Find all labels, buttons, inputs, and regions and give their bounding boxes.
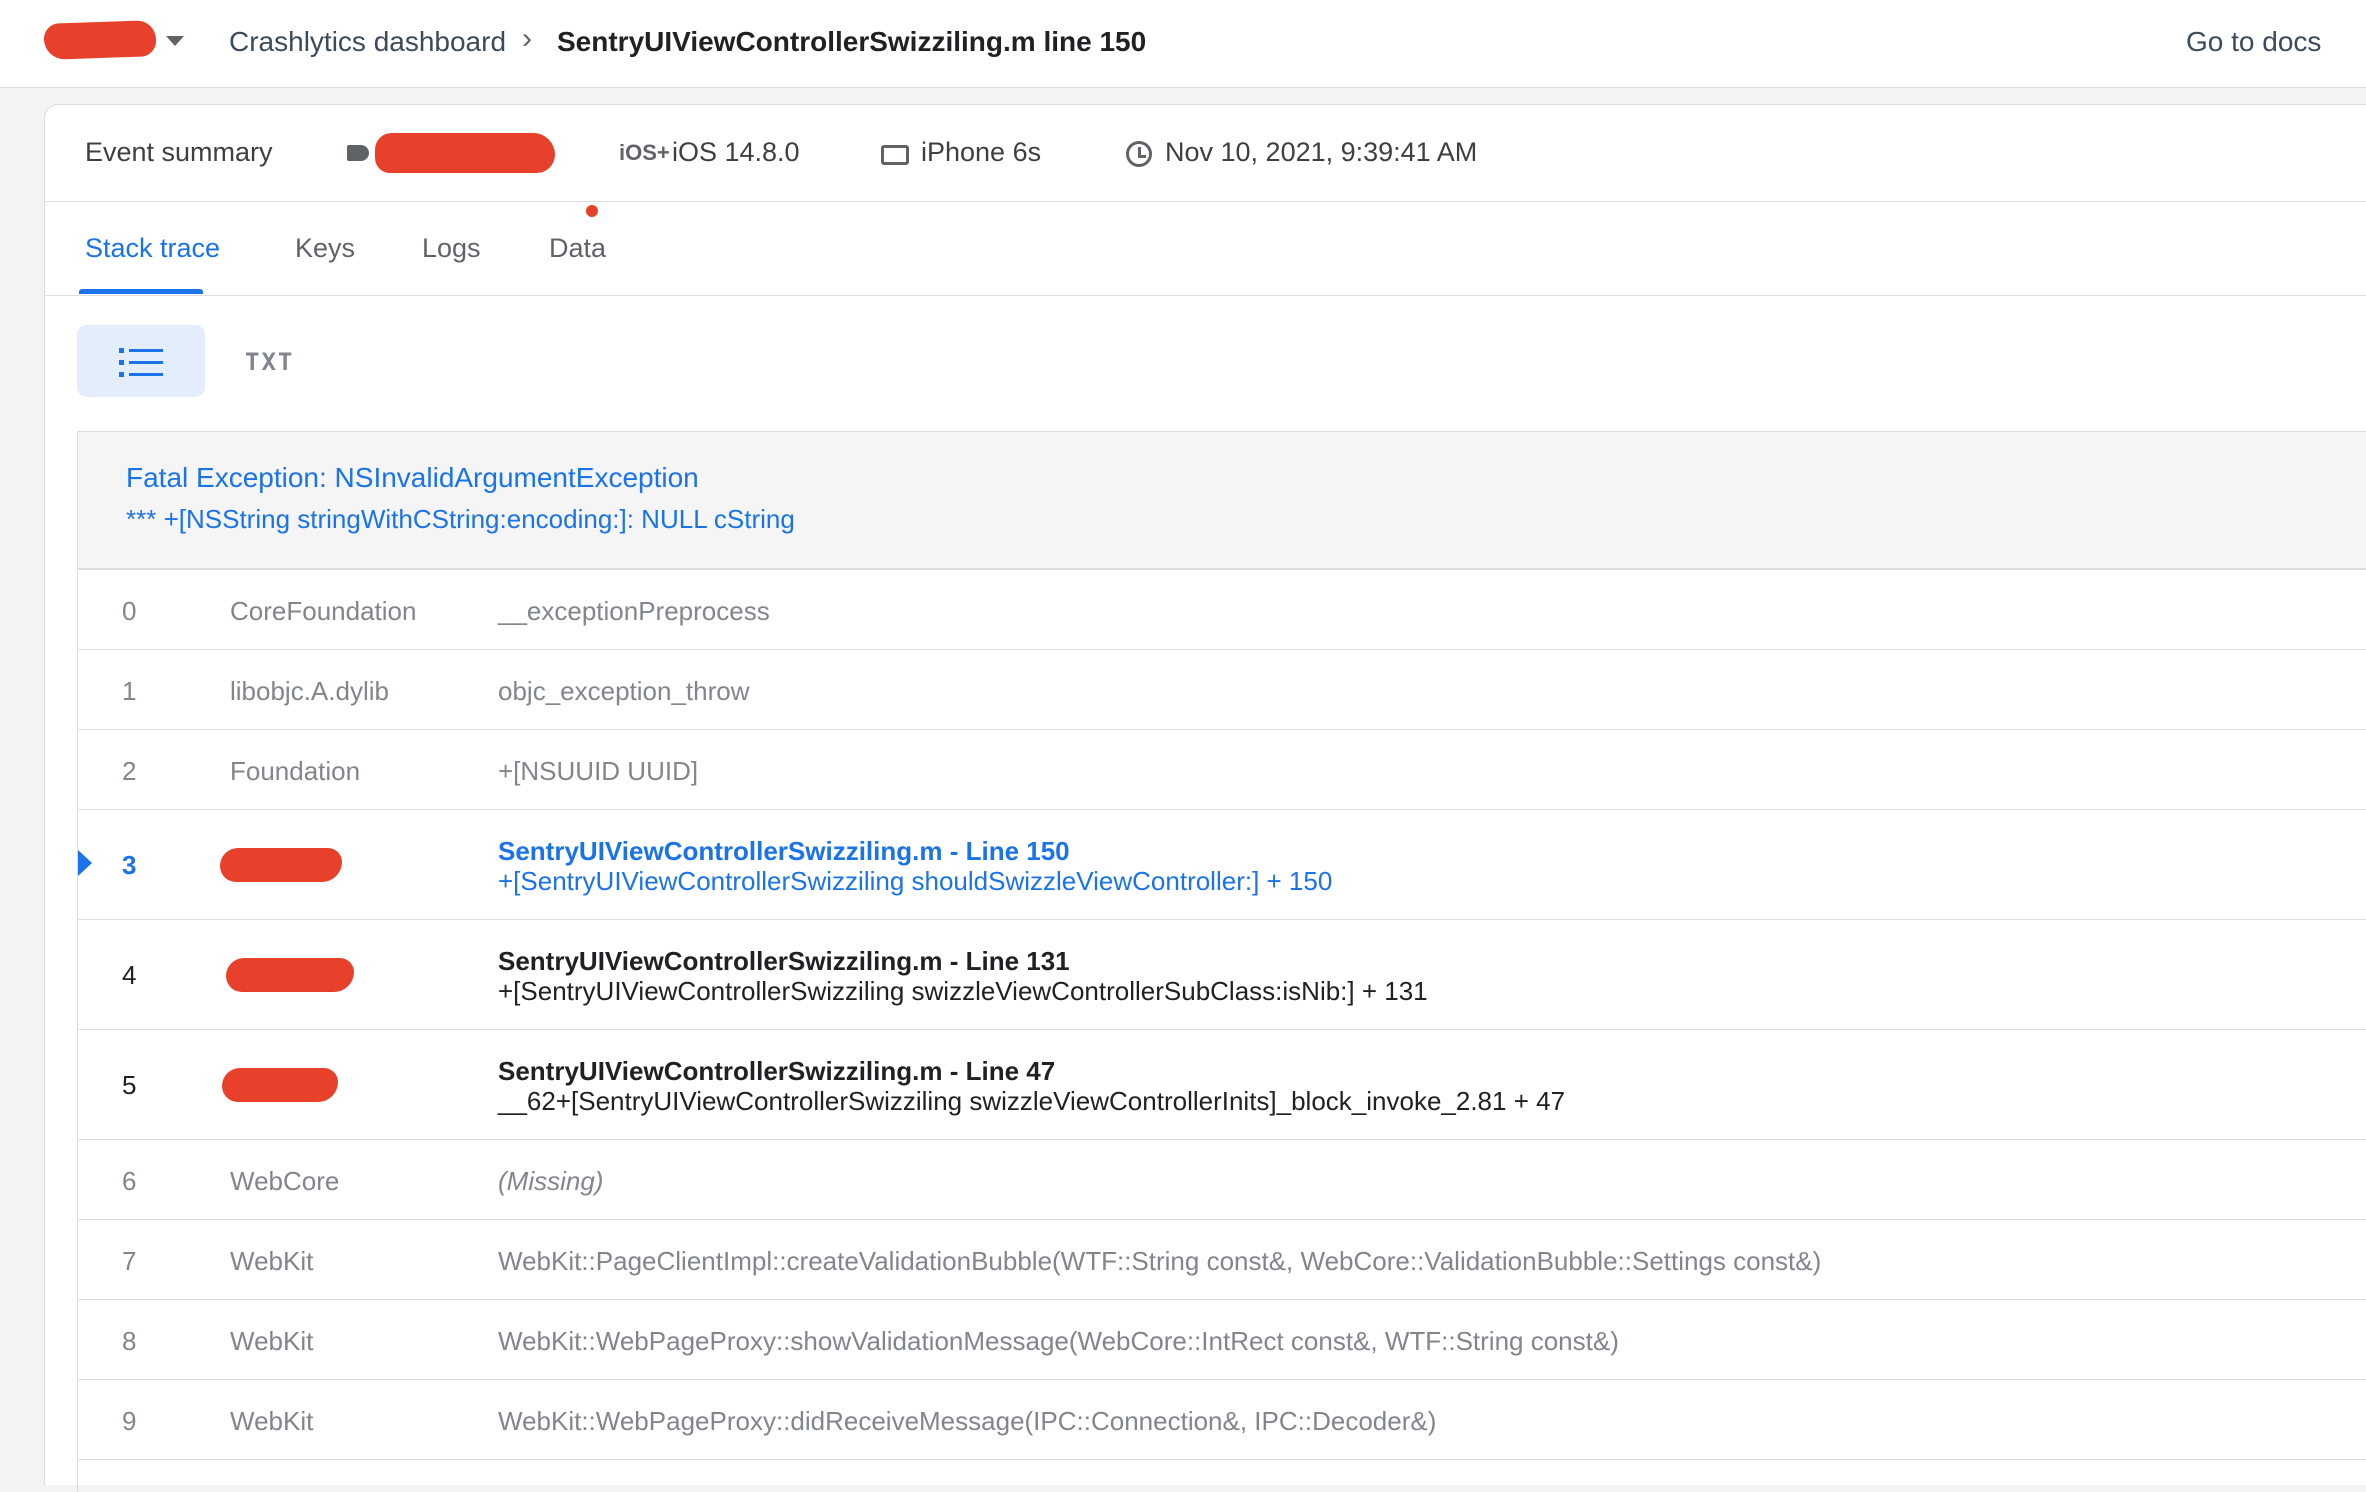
frame-symbol: objc_exception_throw [498, 676, 750, 706]
exception-header: Fatal Exception: NSInvalidArgumentExcept… [78, 432, 2366, 570]
frame-number: 8 [122, 1326, 137, 1356]
frame-number: 4 [122, 960, 137, 990]
crash-marker-icon [78, 850, 92, 876]
txt-view-button[interactable]: TXT [245, 348, 294, 376]
frame-function: +[SentryUIViewControllerSwizziling swizz… [498, 976, 1428, 1006]
stack-frame[interactable]: 4 SentryUIViewControllerSwizziling.m - L… [78, 920, 2366, 1030]
exception-message: *** +[NSString stringWithCString:encodin… [126, 504, 795, 534]
breadcrumb-current-issue: SentryUIViewControllerSwizziling.m line … [557, 26, 1147, 57]
stack-frame[interactable]: 6 WebCore (Missing) [78, 1140, 2366, 1220]
stack-frame[interactable]: 0 CoreFoundation __exceptionPreprocess [78, 570, 2366, 650]
frame-library: WebKit [230, 1326, 314, 1356]
tab-stack-trace[interactable]: Stack trace [85, 233, 220, 264]
device-model: iPhone 6s [921, 137, 1042, 167]
event-summary-row: Event summary iOS+ iOS 14.8.0 iPhone 6s … [45, 105, 2366, 202]
stack-frame[interactable]: 8 WebKit WebKit::WebPageProxy::showValid… [78, 1300, 2366, 1380]
frame-file[interactable]: SentryUIViewControllerSwizziling.m - Lin… [498, 1056, 1055, 1087]
frame-symbol: WebKit::WebPageProxy::showValidationMess… [498, 1326, 1619, 1356]
tab-data[interactable]: Data [549, 233, 606, 264]
frame-number: 9 [122, 1406, 137, 1436]
list-icon [119, 348, 163, 377]
device-icon [881, 145, 909, 165]
user-id-redacted [375, 133, 555, 173]
stack-frame[interactable]: 7 WebKit WebKit::PageClientImpl::createV… [78, 1220, 2366, 1300]
project-name-redacted[interactable] [43, 20, 157, 60]
frame-number: 3 [122, 850, 137, 880]
stack-frame[interactable]: 5 SentryUIViewControllerSwizziling.m - L… [78, 1030, 2366, 1140]
stack-frame[interactable]: 9 WebKit WebKit::WebPageProxy::didReceiv… [78, 1380, 2366, 1460]
stack-frame[interactable]: 1 libobjc.A.dylib objc_exception_throw [78, 650, 2366, 730]
active-tab-indicator [79, 289, 203, 294]
frame-number: 0 [122, 596, 137, 626]
frame-symbol: +[NSUUID UUID] [498, 756, 699, 786]
frame-symbol: __exceptionPreprocess [498, 596, 770, 626]
exception-title: Fatal Exception: NSInvalidArgumentExcept… [126, 462, 699, 493]
os-version: iOS 14.8.0 [672, 137, 800, 167]
event-card: Event summary iOS+ iOS 14.8.0 iPhone 6s … [44, 104, 2366, 1492]
frame-symbol: (Missing) [498, 1166, 604, 1196]
stack-frame[interactable]: 2 Foundation +[NSUUID UUID] [78, 730, 2366, 810]
top-bar: Crashlytics dashboard › SentryUIViewCont… [0, 0, 2366, 88]
frame-library: Foundation [230, 756, 361, 786]
frame-library-redacted [226, 958, 354, 992]
frame-library-redacted [220, 848, 342, 882]
frame-library: CoreFoundation [230, 596, 417, 626]
frame-symbol: WebKit::PageClientImpl::createValidation… [498, 1246, 1822, 1276]
chevron-down-icon[interactable] [166, 36, 184, 46]
stack-trace-panel: Fatal Exception: NSInvalidArgumentExcept… [77, 431, 2366, 1492]
list-view-button[interactable] [77, 325, 205, 397]
frame-number: 1 [122, 676, 137, 706]
ios-icon: iOS+ [619, 140, 670, 165]
tab-logs[interactable]: Logs [422, 233, 481, 264]
clock-icon [1126, 141, 1152, 167]
frame-file[interactable]: SentryUIViewControllerSwizziling.m - Lin… [498, 836, 1070, 867]
frame-library: WebCore [230, 1166, 340, 1196]
tab-bar: Stack trace Keys Logs Data [45, 201, 2366, 296]
breadcrumb-crashlytics-dashboard[interactable]: Crashlytics dashboard [229, 26, 506, 58]
frame-symbol: WebKit::WebPageProxy::didReceiveMessage(… [498, 1406, 1437, 1436]
data-tab-notification-dot [586, 205, 598, 217]
frame-library: WebKit [230, 1246, 314, 1276]
frame-number: 5 [122, 1070, 137, 1100]
go-to-docs-link[interactable]: Go to docs [2186, 26, 2321, 58]
frame-number: 6 [122, 1166, 137, 1196]
chevron-right-icon: › [522, 22, 532, 55]
frame-number: 2 [122, 756, 137, 786]
frame-library: libobjc.A.dylib [230, 676, 389, 706]
tag-icon [347, 145, 369, 161]
stack-frames: 0 CoreFoundation __exceptionPreprocess 1… [78, 570, 2366, 1460]
frame-file[interactable]: SentryUIViewControllerSwizziling.m - Lin… [498, 946, 1070, 977]
frame-library-redacted [222, 1068, 338, 1102]
event-summary-label: Event summary [85, 137, 273, 167]
frame-number: 7 [122, 1246, 137, 1276]
tab-keys[interactable]: Keys [295, 233, 355, 264]
stack-frame-crashed[interactable]: 3 SentryUIViewControllerSwizziling.m - L… [78, 810, 2366, 920]
event-timestamp: Nov 10, 2021, 9:39:41 AM [1165, 137, 1478, 167]
frame-library: WebKit [230, 1406, 314, 1436]
frame-function: +[SentryUIViewControllerSwizziling shoul… [498, 866, 1333, 896]
frame-function: __62+[SentryUIViewControllerSwizziling s… [498, 1086, 1566, 1116]
